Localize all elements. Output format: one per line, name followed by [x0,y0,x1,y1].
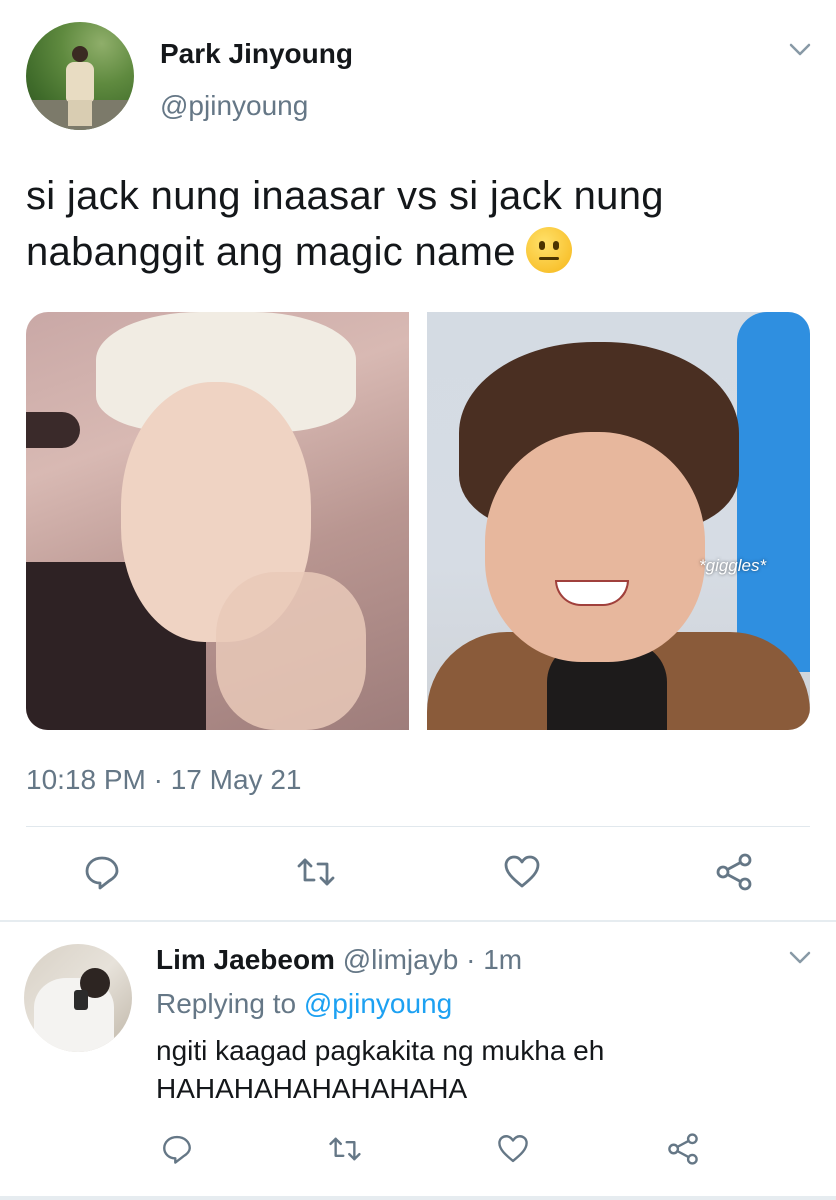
reply-retweet-button[interactable] [322,1126,368,1172]
reply-share-button[interactable] [660,1126,706,1172]
neutral-face-emoji-icon [525,227,572,273]
reply-text: ngiti kaagad pagkakita ng mukha eh HAHAH… [156,1032,796,1108]
reply-author-handle[interactable]: @limjayb [343,944,459,975]
reply-text-line2: HAHAHAHAHAHAHAHA [156,1073,468,1104]
retweet-icon [297,858,335,886]
reply-header: Lim Jaebeom @limjayb · 1m [156,944,522,976]
bottom-divider [0,1196,836,1200]
reply-like-button[interactable] [490,1126,536,1172]
like-button[interactable] [496,846,548,898]
tweet-photo-left[interactable] [26,312,409,730]
reply-reply-button[interactable] [154,1126,200,1172]
replying-to-mention[interactable]: @pjinyoung [304,988,452,1019]
reply-actions [0,1126,836,1172]
tweet-photo-right[interactable]: *giggles* [427,312,810,730]
like-icon [504,855,540,888]
replying-to-line: Replying to @pjinyoung [156,988,452,1020]
share-button[interactable] [708,846,760,898]
tweet-timestamp[interactable]: 10:18 PM · 17 May 21 [26,764,301,796]
reply-author-avatar[interactable] [24,944,132,1052]
reply-icon [85,856,119,890]
image-overlay-text: *giggles* [699,556,767,575]
reply-tweet[interactable]: Lim Jaebeom @limjayb · 1m Replying to @p… [0,922,836,1200]
share-icon [668,1133,698,1165]
tweet-actions [0,846,836,898]
retweet-icon [329,1137,361,1161]
share-icon [716,853,752,891]
tweet-media[interactable]: *giggles* [26,312,810,730]
author-avatar[interactable] [26,22,134,130]
reply-button[interactable] [76,846,128,898]
author-handle[interactable]: @pjinyoung [160,90,308,122]
reply-text-line1: ngiti kaagad pagkakita ng mukha eh [156,1035,605,1066]
reply-time[interactable]: 1m [483,944,522,975]
like-icon [498,1135,528,1163]
chevron-down-icon[interactable] [788,950,812,966]
replying-to-label: Replying to [156,988,297,1019]
divider [26,826,810,827]
author-name[interactable]: Park Jinyoung [160,38,353,70]
reply-icon [163,1135,191,1164]
tweet: Park Jinyoung @pjinyoung si jack nung in… [0,0,836,920]
reply-separator: · [466,944,476,975]
chevron-down-icon[interactable] [788,42,812,58]
reply-author-name[interactable]: Lim Jaebeom [156,944,335,975]
tweet-text: si jack nung inaasar vs si jack nung nab… [26,168,806,280]
retweet-button[interactable] [290,846,342,898]
